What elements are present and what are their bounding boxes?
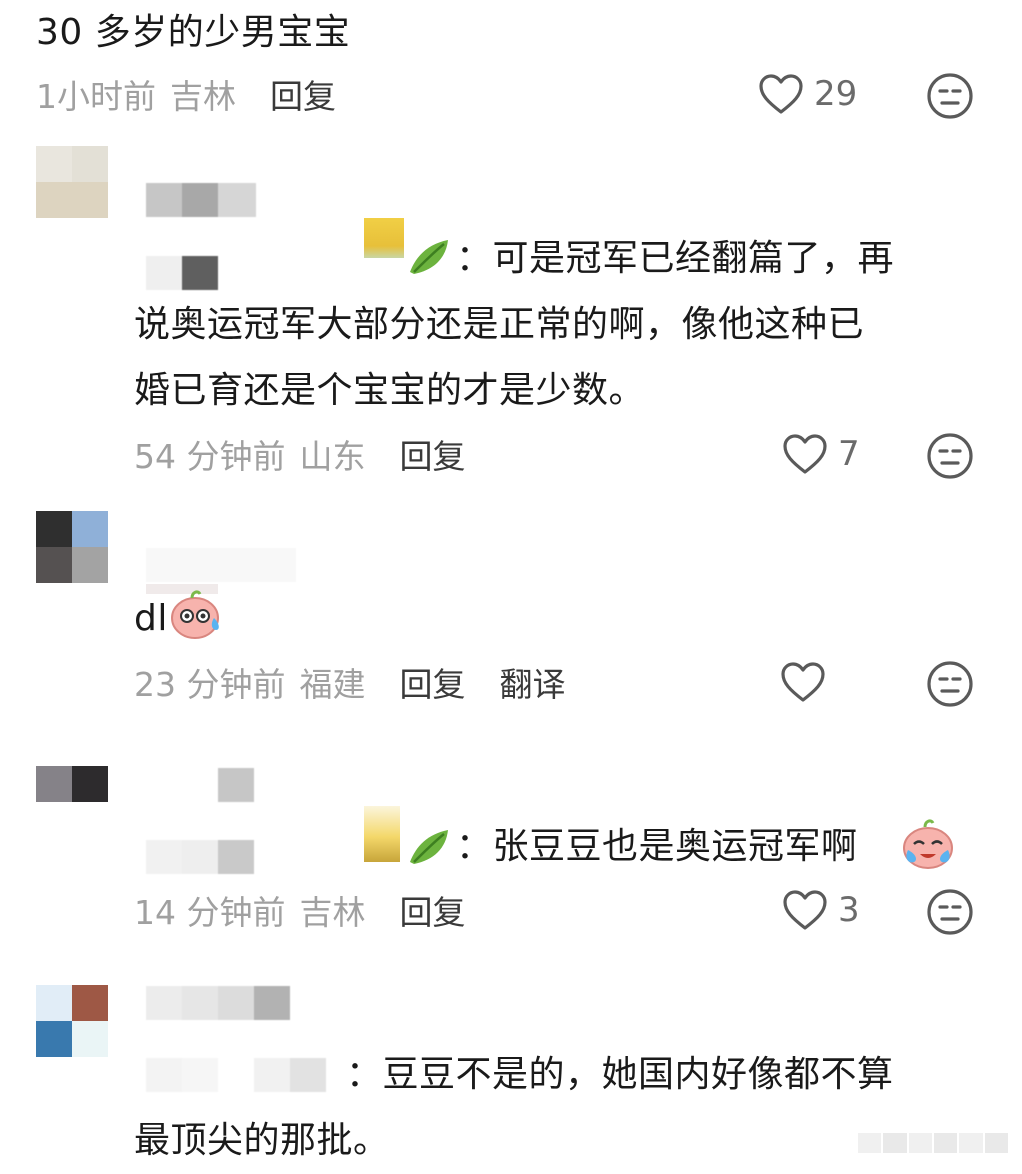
like-count: 29 <box>814 74 858 114</box>
comment-location: 吉林 <box>299 893 366 932</box>
like-count: 3 <box>838 890 860 930</box>
neutral-face-icon <box>927 73 973 119</box>
like-count: 7 <box>838 434 860 474</box>
dislike-button[interactable] <box>926 72 974 124</box>
comment-text: 张豆豆也是奥运冠军啊 <box>492 826 858 867</box>
comment-location: 福建 <box>299 665 366 704</box>
avatar[interactable] <box>36 985 108 1057</box>
avatar[interactable] <box>36 511 108 583</box>
comment-time: 54 分钟前 <box>134 437 286 476</box>
watermark <box>858 1133 1008 1153</box>
username-blurred[interactable] <box>218 768 254 802</box>
comment-text-line: ：豆豆不是的，她国内好像都不算 <box>346 1042 894 1108</box>
heart-outline-icon <box>783 434 827 474</box>
comment-meta: 14 分钟前 吉林 回复 <box>134 888 465 932</box>
neutral-face-icon <box>927 433 973 479</box>
colon: ： <box>346 1054 383 1095</box>
comment-text: 可是冠军已经翻篇了，再 <box>492 238 895 279</box>
reply-target-blurred <box>146 1058 326 1092</box>
comment-meta: 54 分钟前 山东 回复 <box>134 432 465 476</box>
blurred-sticker <box>364 806 400 862</box>
neutral-face-icon <box>927 661 973 707</box>
comment-time: 14 分钟前 <box>134 893 286 932</box>
like-button[interactable]: 3 <box>782 889 860 931</box>
comment-text: 30 多岁的少男宝宝 <box>36 12 351 53</box>
comment-text: dl <box>134 598 168 639</box>
like-button[interactable]: 7 <box>782 433 860 475</box>
username-blurred[interactable] <box>146 548 296 582</box>
leaf-emoji <box>406 822 454 874</box>
translate-button[interactable]: 翻译 <box>499 658 565 706</box>
dislike-button[interactable] <box>926 432 974 484</box>
heart-outline-icon <box>783 890 827 930</box>
leaf-emoji <box>406 232 454 284</box>
comment-text-line: dl <box>134 586 168 652</box>
colon: ： <box>456 826 493 867</box>
colon: ： <box>456 238 493 279</box>
comment-text: 说奥运冠军大部分还是正常的啊，像他这种已 <box>134 304 865 345</box>
reply-target-blurred <box>146 256 218 290</box>
like-button[interactable]: 29 <box>758 73 857 115</box>
comment-meta: 1小时前 吉林 回复 <box>36 72 336 116</box>
neutral-face-icon <box>927 889 973 935</box>
comment-text-line: ：可是冠军已经翻篇了，再 <box>456 226 894 292</box>
avatar[interactable] <box>36 766 108 838</box>
reply-button[interactable]: 回复 <box>399 430 465 478</box>
crying-face-emoji <box>900 816 956 874</box>
heart-outline-icon <box>759 74 803 114</box>
comment-location: 山东 <box>299 437 366 476</box>
username-blurred[interactable] <box>146 183 256 217</box>
dislike-button[interactable] <box>926 888 974 940</box>
username-blurred[interactable] <box>146 986 290 1020</box>
reply-button[interactable]: 回复 <box>399 886 465 934</box>
comment-meta: 23 分钟前 福建 回复 翻译 <box>134 660 565 704</box>
heart-outline-icon <box>781 662 825 702</box>
comment-text-line: ：张豆豆也是奥运冠军啊 <box>456 814 858 880</box>
reply-target-blurred <box>146 840 254 874</box>
avatar[interactable] <box>36 146 108 218</box>
dislike-button[interactable] <box>926 660 974 712</box>
like-button[interactable] <box>780 661 836 703</box>
comment-time: 23 分钟前 <box>134 665 286 704</box>
blurred-sticker <box>364 218 404 258</box>
reply-button[interactable]: 回复 <box>270 70 336 118</box>
comment-text: 豆豆不是的，她国内好像都不算 <box>382 1054 894 1095</box>
comment-location: 吉林 <box>170 77 236 116</box>
comment-text: 婚已育还是个宝宝的才是少数。 <box>134 370 646 411</box>
comment-time: 1小时前 <box>36 77 156 116</box>
comment-text: 最顶尖的那批。 <box>134 1120 390 1161</box>
reply-button[interactable]: 回复 <box>399 658 465 706</box>
sweating-face-emoji <box>168 588 222 644</box>
